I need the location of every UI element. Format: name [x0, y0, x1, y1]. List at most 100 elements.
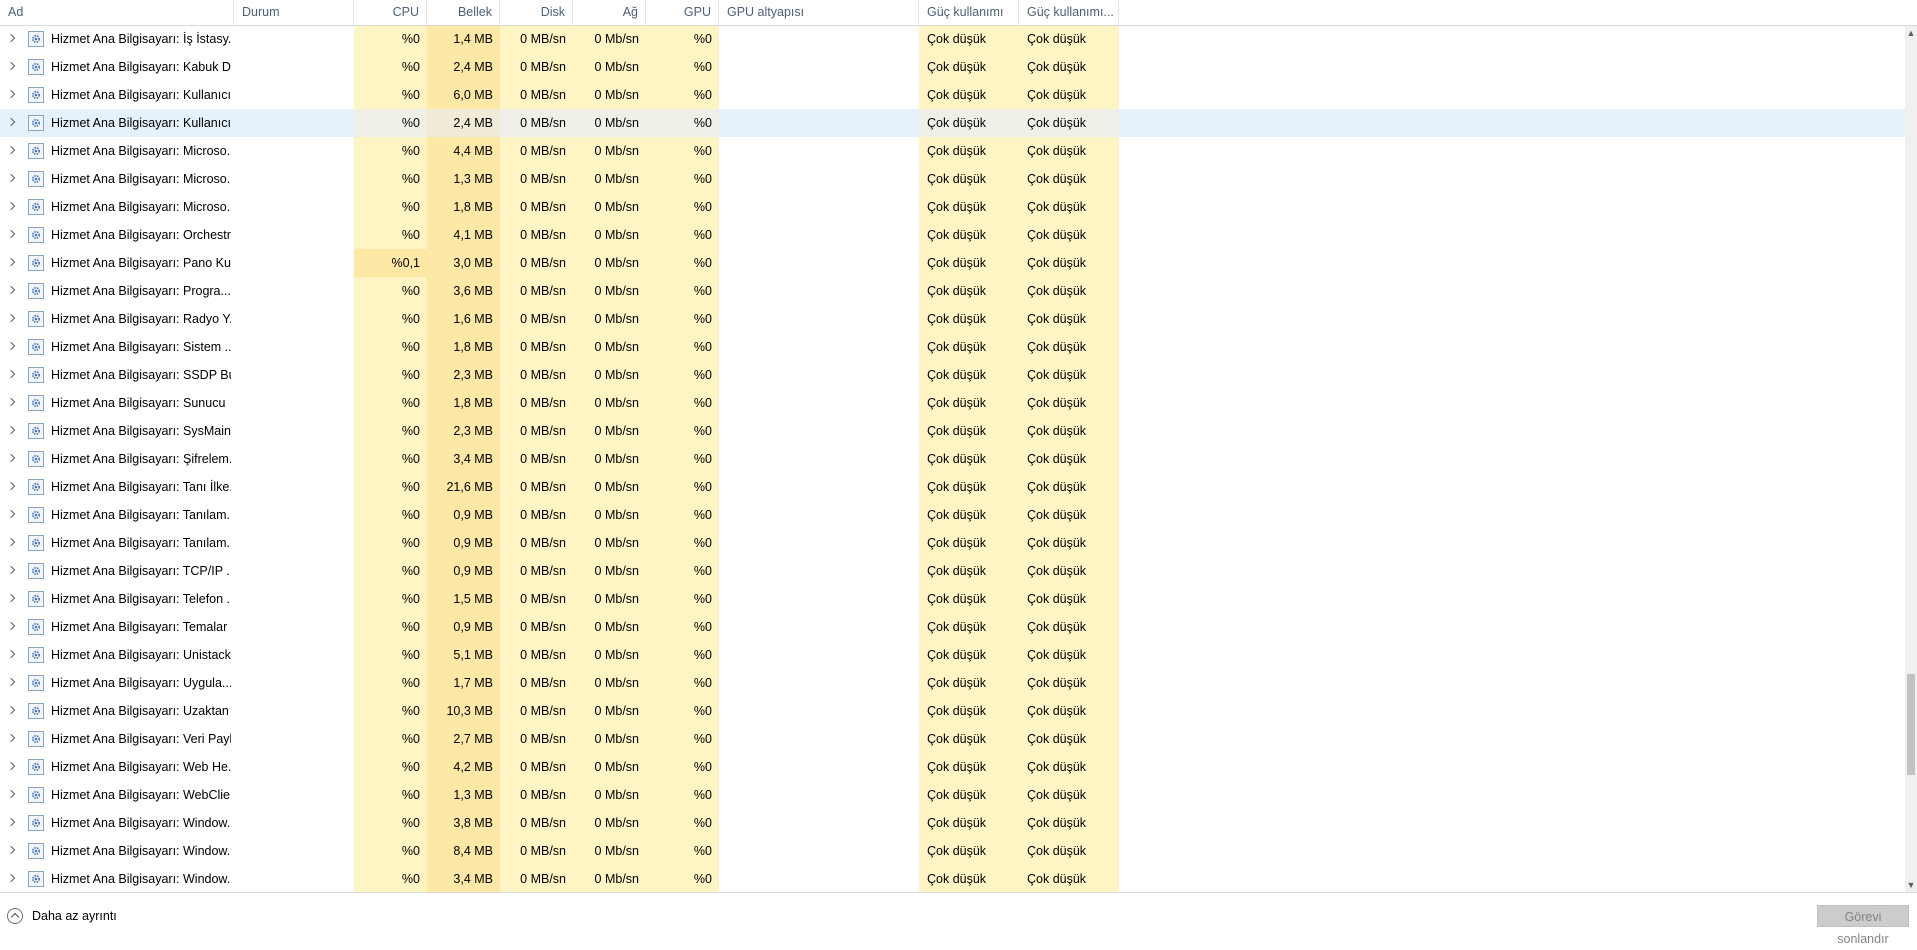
network-cell: 0 Mb/sn	[573, 389, 646, 417]
process-row[interactable]: Hizmet Ana Bilgisayarı: Sistem ... %0 1,8 …	[0, 333, 1905, 361]
memory-cell: 0,9 MB	[427, 557, 500, 585]
scroll-up-icon[interactable]: ▲	[1905, 26, 1917, 40]
process-row[interactable]: Hizmet Ana Bilgisayarı: Window... %0 3,4 M…	[0, 865, 1905, 892]
process-row[interactable]: Hizmet Ana Bilgisayarı: Window... %0 3,8 M…	[0, 809, 1905, 837]
process-row[interactable]: Hizmet Ana Bilgisayarı: Kullanıcı... %0 6,…	[0, 81, 1905, 109]
chevron-right-icon[interactable]	[6, 425, 16, 435]
chevron-right-icon[interactable]	[6, 817, 16, 827]
chevron-right-icon[interactable]	[6, 201, 16, 211]
process-row[interactable]: Hizmet Ana Bilgisayarı: Progra... %0 3,6 M…	[0, 277, 1905, 305]
process-row[interactable]: Hizmet Ana Bilgisayarı: Tanılam... %0 0,9 …	[0, 529, 1905, 557]
process-row[interactable]: Hizmet Ana Bilgisayarı: Kabuk D... %0 2,4 …	[0, 53, 1905, 81]
chevron-right-icon[interactable]	[6, 565, 16, 575]
chevron-right-icon[interactable]	[6, 649, 16, 659]
process-row[interactable]: Hizmet Ana Bilgisayarı: SysMain %0 2,3 MB 0…	[0, 417, 1905, 445]
column-header-power-usage[interactable]: Güç kullanımı	[919, 0, 1019, 25]
chevron-right-icon[interactable]	[6, 509, 16, 519]
process-row[interactable]: Hizmet Ana Bilgisayarı: Radyo Y... %0 1,6 …	[0, 305, 1905, 333]
chevron-right-icon[interactable]	[6, 145, 16, 155]
process-row[interactable]: Hizmet Ana Bilgisayarı: Tanılam... %0 0,9 …	[0, 501, 1905, 529]
chevron-right-icon[interactable]	[6, 341, 16, 351]
chevron-right-icon[interactable]	[6, 873, 16, 883]
process-row[interactable]: Hizmet Ana Bilgisayarı: Veri Payl... %0 2,…	[0, 725, 1905, 753]
chevron-right-icon[interactable]	[6, 537, 16, 547]
footer-bar: Daha az ayrıntı Görevi sonlandır	[0, 892, 1917, 946]
process-row[interactable]: Hizmet Ana Bilgisayarı: SSDP Bu... %0 2,3 …	[0, 361, 1905, 389]
process-name: Hizmet Ana Bilgisayarı: Orchestr...	[51, 228, 231, 242]
chevron-right-icon[interactable]	[6, 61, 16, 71]
power-trend-cell: Çok düşük	[1019, 865, 1119, 892]
process-name: Hizmet Ana Bilgisayarı: SSDP Bu...	[51, 368, 231, 382]
memory-cell: 2,3 MB	[427, 417, 500, 445]
network-cell: 0 Mb/sn	[573, 753, 646, 781]
power-usage-cell: Çok düşük	[919, 361, 1019, 389]
process-row[interactable]: Hizmet Ana Bilgisayarı: Microso... %0 1,8 …	[0, 193, 1905, 221]
process-row[interactable]: Hizmet Ana Bilgisayarı: Orchestr... %0 4,1…	[0, 221, 1905, 249]
end-task-button[interactable]: Görevi sonlandır	[1817, 905, 1909, 946]
process-row[interactable]: Hizmet Ana Bilgisayarı: Microso... %0 1,3 …	[0, 165, 1905, 193]
less-details-toggle[interactable]: Daha az ayrıntı	[7, 907, 117, 925]
process-row[interactable]: Hizmet Ana Bilgisayarı: Kullanıcı... %0 2,…	[0, 109, 1905, 137]
column-header-network[interactable]: Ağ	[573, 0, 646, 25]
chevron-right-icon[interactable]	[6, 285, 16, 295]
process-row[interactable]: Hizmet Ana Bilgisayarı: TCP/IP ... %0 0,9 …	[0, 557, 1905, 585]
network-cell: 0 Mb/sn	[573, 529, 646, 557]
column-header-name[interactable]: Ad	[0, 0, 234, 25]
chevron-right-icon[interactable]	[6, 453, 16, 463]
process-row[interactable]: Hizmet Ana Bilgisayarı: Pano Ku... %0,1 3,…	[0, 249, 1905, 277]
process-row[interactable]: Hizmet Ana Bilgisayarı: Temalar %0 0,9 MB 0…	[0, 613, 1905, 641]
disk-cell: 0 MB/sn	[500, 193, 573, 221]
chevron-right-icon[interactable]	[6, 621, 16, 631]
chevron-right-icon[interactable]	[6, 761, 16, 771]
process-row[interactable]: Hizmet Ana Bilgisayarı: WebClie... %0 1,3 …	[0, 781, 1905, 809]
process-row[interactable]: Hizmet Ana Bilgisayarı: Şifrelem... %0 3,4…	[0, 445, 1905, 473]
network-cell: 0 Mb/sn	[573, 501, 646, 529]
process-row[interactable]: Hizmet Ana Bilgisayarı: Tanı İlke... %0 21…	[0, 473, 1905, 501]
chevron-right-icon[interactable]	[6, 229, 16, 239]
chevron-right-icon[interactable]	[6, 677, 16, 687]
chevron-right-icon[interactable]	[6, 89, 16, 99]
memory-cell: 3,0 MB	[427, 249, 500, 277]
scrollbar-thumb[interactable]	[1907, 674, 1915, 775]
scroll-down-icon[interactable]: ▼	[1905, 878, 1917, 892]
chevron-right-icon[interactable]	[6, 481, 16, 491]
chevron-right-icon[interactable]	[6, 789, 16, 799]
chevron-right-icon[interactable]	[6, 845, 16, 855]
column-header-disk[interactable]: Disk	[500, 0, 573, 25]
process-name: Hizmet Ana Bilgisayarı: Tanılam...	[51, 536, 231, 550]
process-row[interactable]: Hizmet Ana Bilgisayarı: Sunucu %0 1,8 MB 0 …	[0, 389, 1905, 417]
disk-cell: 0 MB/sn	[500, 333, 573, 361]
chevron-right-icon[interactable]	[6, 257, 16, 267]
process-row[interactable]: Hizmet Ana Bilgisayarı: Microso... %0 4,4 …	[0, 137, 1905, 165]
chevron-right-icon[interactable]	[6, 369, 16, 379]
process-row[interactable]: Hizmet Ana Bilgisayarı: İş İstasy... %0 1,…	[0, 26, 1905, 53]
process-row[interactable]: Hizmet Ana Bilgisayarı: Unistack... %0 5,1…	[0, 641, 1905, 669]
power-usage-cell: Çok düşük	[919, 753, 1019, 781]
chevron-right-icon[interactable]	[6, 397, 16, 407]
gpu-cell: %0	[646, 417, 719, 445]
column-header-cpu[interactable]: CPU	[354, 0, 427, 25]
process-row[interactable]: Hizmet Ana Bilgisayarı: Uzaktan ... %0 10,…	[0, 697, 1905, 725]
gpu-cell: %0	[646, 333, 719, 361]
column-header-gpu[interactable]: GPU	[646, 0, 719, 25]
vertical-scrollbar[interactable]: ▲ ▼	[1905, 26, 1917, 892]
power-usage-cell: Çok düşük	[919, 669, 1019, 697]
chevron-right-icon[interactable]	[6, 733, 16, 743]
column-header-gpu-engine[interactable]: GPU altyapısı	[719, 0, 919, 25]
process-row[interactable]: Hizmet Ana Bilgisayarı: Telefon ... %0 1,5…	[0, 585, 1905, 613]
chevron-right-icon[interactable]	[6, 593, 16, 603]
column-header-status[interactable]: Durum	[234, 0, 354, 25]
chevron-right-icon[interactable]	[6, 705, 16, 715]
gear-icon	[28, 563, 44, 579]
chevron-right-icon[interactable]	[6, 117, 16, 127]
chevron-right-icon[interactable]	[6, 313, 16, 323]
column-header-power-trend[interactable]: Güç kullanımı...	[1019, 0, 1119, 25]
process-row[interactable]: Hizmet Ana Bilgisayarı: Uygula... %0 1,7 M…	[0, 669, 1905, 697]
column-header-memory[interactable]: Bellek	[427, 0, 500, 25]
chevron-right-icon[interactable]	[6, 173, 16, 183]
power-trend-cell: Çok düşük	[1019, 641, 1119, 669]
process-row[interactable]: Hizmet Ana Bilgisayarı: Web He... %0 4,2 M…	[0, 753, 1905, 781]
chevron-right-icon[interactable]	[6, 33, 16, 43]
gear-icon	[28, 591, 44, 607]
process-row[interactable]: Hizmet Ana Bilgisayarı: Window... %0 8,4 M…	[0, 837, 1905, 865]
